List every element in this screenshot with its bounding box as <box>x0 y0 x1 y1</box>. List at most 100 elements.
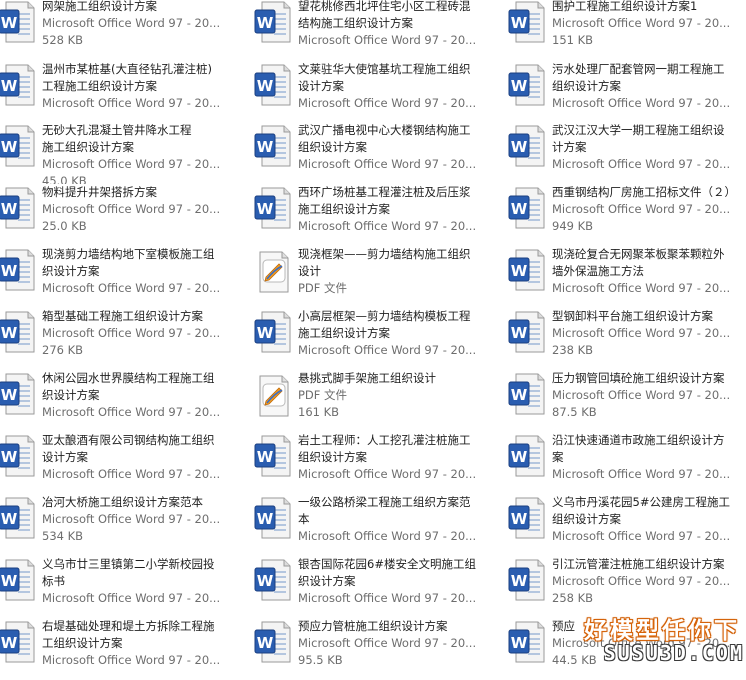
file-tile-text: 小高层框架—剪力墙结构模板工程 施工组织设计方案 Microsoft Office … <box>298 308 490 359</box>
file-name-line: 工组织设计方案 <box>42 636 123 650</box>
file-tile[interactable]: W 预应力管桩施工组织设计方案 Microsoft Office Word 97 -… <box>252 618 490 680</box>
file-type: Microsoft Office Word 97 - 20... <box>552 326 731 340</box>
svg-text:W: W <box>511 324 528 342</box>
file-tile[interactable]: W 冶河大桥施工组织设计方案范本 Microsoft Office Word 97 … <box>0 494 234 556</box>
file-tile[interactable]: W 型钢卸料平台施工组织设计方案 Microsoft Office Word 97 … <box>506 308 746 370</box>
file-name-line: 现浇剪力墙结构地下室模板施工组 <box>42 247 215 261</box>
svg-text:W: W <box>257 200 274 218</box>
file-tile[interactable]: W 温州市某桩基(大直径钻孔灌注桩) 工程施工组织设计方案 Microsoft Off… <box>0 61 234 123</box>
file-tile[interactable]: W 武汉江汉大学一期工程施工组织设 计方案 Microsoft Office Word… <box>506 122 746 184</box>
file-tile-text: 现浇框架——剪力墙结构施工组织 设计 PDF 文件 <box>298 246 490 297</box>
file-tile[interactable]: W 现浇砼复合无网聚苯板聚苯颗粒外 墙外保温施工方法 Microsoft Office… <box>506 246 746 308</box>
file-name-line: 织设计方案 <box>298 574 356 588</box>
file-tile-text: 望花桃修西北坪住宅小区工程砖混 结构施工组织设计方案 Microsoft Offic… <box>298 0 490 49</box>
file-name-line: 设计方案 <box>298 79 344 93</box>
file-type: Microsoft Office Word 97 - 20... <box>298 157 477 171</box>
file-name-line: 文莱驻华大使馆基坑工程施工组织 <box>298 62 471 76</box>
file-type: Microsoft Office Word 97 - 20... <box>552 574 731 588</box>
file-tile[interactable]: W 右堤基础处理和堤土方拆除工程施 工组织设计方案 Microsoft Office … <box>0 618 234 680</box>
file-tile[interactable]: W 预应 Microsoft Office Word 97 - 20... 44.5 … <box>506 618 746 680</box>
pdf-file-icon <box>252 370 294 418</box>
svg-text:W: W <box>511 572 528 590</box>
file-tile[interactable]: W 现浇剪力墙结构地下室模板施工组 织设计方案 Microsoft Office Wo… <box>0 246 234 308</box>
file-name-line: 组织设计方案 <box>298 140 367 154</box>
svg-text:W: W <box>1 138 18 156</box>
file-name-line: 物料提升井架搭拆方案 <box>42 185 157 199</box>
file-tile[interactable]: W 一级公路桥梁工程施工组织方案范本 Microsoft Office Word 9… <box>252 494 490 556</box>
file-tile-text: 预应力管桩施工组织设计方案 Microsoft Office Word 97 - … <box>298 618 490 669</box>
file-tile[interactable]: W 物料提升井架搭拆方案 Microsoft Office Word 97 - 20… <box>0 184 234 246</box>
word-document-icon: W <box>252 0 294 46</box>
file-type: Microsoft Office Word 97 - 20... <box>42 96 221 110</box>
word-document-icon: W <box>252 556 294 604</box>
file-tile[interactable]: W 文莱驻华大使馆基坑工程施工组织 设计方案 Microsoft Office Wor… <box>252 61 490 123</box>
file-type: Microsoft Office Word 97 - 20... <box>298 343 477 357</box>
file-tile[interactable]: W 小高层框架—剪力墙结构模板工程 施工组织设计方案 Microsoft Office… <box>252 308 490 370</box>
file-name-line: 悬挑式脚手架施工组织设计 <box>298 371 436 385</box>
file-size: 87.5 KB <box>552 405 597 419</box>
file-size: 276 KB <box>42 343 84 357</box>
file-tile[interactable]: W 岩土工程师：人工挖孔灌注桩施工 组织设计方案 Microsoft Office W… <box>252 432 490 494</box>
file-type: Microsoft Office Word 97 - 20... <box>552 157 731 171</box>
file-type: Microsoft Office Word 97 - 20... <box>552 636 731 650</box>
svg-text:W: W <box>511 138 528 156</box>
file-tile-text: 银杏国际花园6#楼安全文明施工组 织设计方案 Microsoft Office Wo… <box>298 556 490 607</box>
file-name-line: 义乌市廿三里镇第二小学新校园投 <box>42 557 215 571</box>
file-name-line: 岩土工程师：人工挖孔灌注桩施工 <box>298 433 471 447</box>
file-tile-text: 悬挑式脚手架施工组织设计 PDF 文件 161 KB <box>298 370 490 421</box>
file-tile[interactable]: W 休闲公园水世界膜结构工程施工组 织设计方案 Microsoft Office Wo… <box>0 370 234 432</box>
file-tile[interactable]: W 义乌市丹溪花园5#公建房工程施工 组织设计方案 Microsoft Office … <box>506 494 746 556</box>
file-name-line: 计方案 <box>552 140 587 154</box>
file-size: 151 KB <box>552 33 594 47</box>
word-document-icon: W <box>0 432 38 480</box>
file-name-line: 武汉江汉大学一期工程施工组织设 <box>552 123 725 137</box>
file-size: 44.5 KB <box>552 653 597 667</box>
file-tile[interactable]: W 沿江快速通道市政施工组织设计方案 Microsoft Office Word 9… <box>506 432 746 494</box>
file-tile[interactable]: W 网架施工组织设计方案 Microsoft Office Word 97 - 20… <box>0 0 234 60</box>
file-list-tiles-view: W 网架施工组织设计方案 Microsoft Office Word 97 - 20… <box>0 0 746 669</box>
svg-text:W: W <box>511 634 528 652</box>
file-tile-text: 文莱驻华大使馆基坑工程施工组织 设计方案 Microsoft Office Word… <box>298 61 490 112</box>
file-name-line: 设计方案 <box>42 450 88 464</box>
file-name-line: 小高层框架—剪力墙结构模板工程 <box>298 309 471 323</box>
svg-text:W: W <box>1 324 18 342</box>
file-tile[interactable]: W 西环广场桩基工程灌注桩及后压浆 施工组织设计方案 Microsoft Office… <box>252 184 490 246</box>
file-tile[interactable]: 悬挑式脚手架施工组织设计 PDF 文件 161 KB <box>252 370 490 432</box>
file-tile[interactable]: W 银杏国际花园6#楼安全文明施工组 织设计方案 Microsoft Office W… <box>252 556 490 618</box>
word-document-icon: W <box>506 618 548 666</box>
file-name-line: 亚太酿酒有限公司钢结构施工组织 <box>42 433 215 447</box>
file-type: PDF 文件 <box>298 281 348 295</box>
file-tile[interactable]: W 武汉广播电视中心大楼钢结构施工 组织设计方案 Microsoft Office W… <box>252 122 490 184</box>
svg-text:W: W <box>257 138 274 156</box>
word-document-icon: W <box>252 432 294 480</box>
file-tile[interactable]: W 围护工程施工组织设计方案1 Microsoft Office Word 97 -… <box>506 0 746 60</box>
file-tile-text: 武汉江汉大学一期工程施工组织设 计方案 Microsoft Office Word … <box>552 122 746 173</box>
svg-text:W: W <box>257 14 274 32</box>
file-tile[interactable]: W 污水处理厂配套管网一期工程施工 组织设计方案 Microsoft Office W… <box>506 61 746 123</box>
file-tile[interactable]: W 箱型基础工程施工组织设计方案 Microsoft Office Word 97 … <box>0 308 234 370</box>
word-document-icon: W <box>0 556 38 604</box>
file-name-line: 义乌市丹溪花园5#公建房工程施工 <box>552 495 730 509</box>
file-name-line: 压力钢管回填砼施工组织设计方案 <box>552 371 725 385</box>
file-tile[interactable]: W 亚太酿酒有限公司钢结构施工组织 设计方案 Microsoft Office Wor… <box>0 432 234 494</box>
word-document-icon: W <box>252 122 294 170</box>
file-name-line: 污水处理厂配套管网一期工程施工 <box>552 62 725 76</box>
file-tile[interactable]: 现浇框架——剪力墙结构施工组织 设计 PDF 文件 <box>252 246 490 308</box>
file-tile[interactable]: W 义乌市廿三里镇第二小学新校园投 标书 Microsoft Office Word … <box>0 556 234 618</box>
svg-text:W: W <box>511 77 528 95</box>
file-name-line: 温州市某桩基(大直径钻孔灌注桩) <box>42 62 212 76</box>
file-size: 949 KB <box>552 219 594 233</box>
svg-text:W: W <box>1 386 18 404</box>
file-tile[interactable]: W 望花桃修西北坪住宅小区工程砖混 结构施工组织设计方案 Microsoft Offi… <box>252 0 490 60</box>
file-tile[interactable]: W 压力钢管回填砼施工组织设计方案 Microsoft Office Word 97… <box>506 370 746 432</box>
file-type: Microsoft Office Word 97 - 20... <box>298 529 477 543</box>
file-name-line: 施工组织设计方案 <box>298 326 390 340</box>
file-tile-text: 引江沅管灌注桩施工组织设计方案 Microsoft Office Word 97 … <box>552 556 746 607</box>
file-tile[interactable]: W 无砂大孔混凝土管井降水工程 施工组织设计方案 Microsoft Office W… <box>0 122 234 184</box>
file-name-line: 组织设计方案 <box>552 512 621 526</box>
svg-text:W: W <box>257 324 274 342</box>
file-tile[interactable]: W 引江沅管灌注桩施工组织设计方案 Microsoft Office Word 97… <box>506 556 746 618</box>
svg-text:W: W <box>257 448 274 466</box>
file-tile[interactable]: W 西重钢结构厂房施工招标文件（２） Microsoft Office Word 9… <box>506 184 746 246</box>
file-name-line: 预应力管桩施工组织设计方案 <box>298 619 448 633</box>
